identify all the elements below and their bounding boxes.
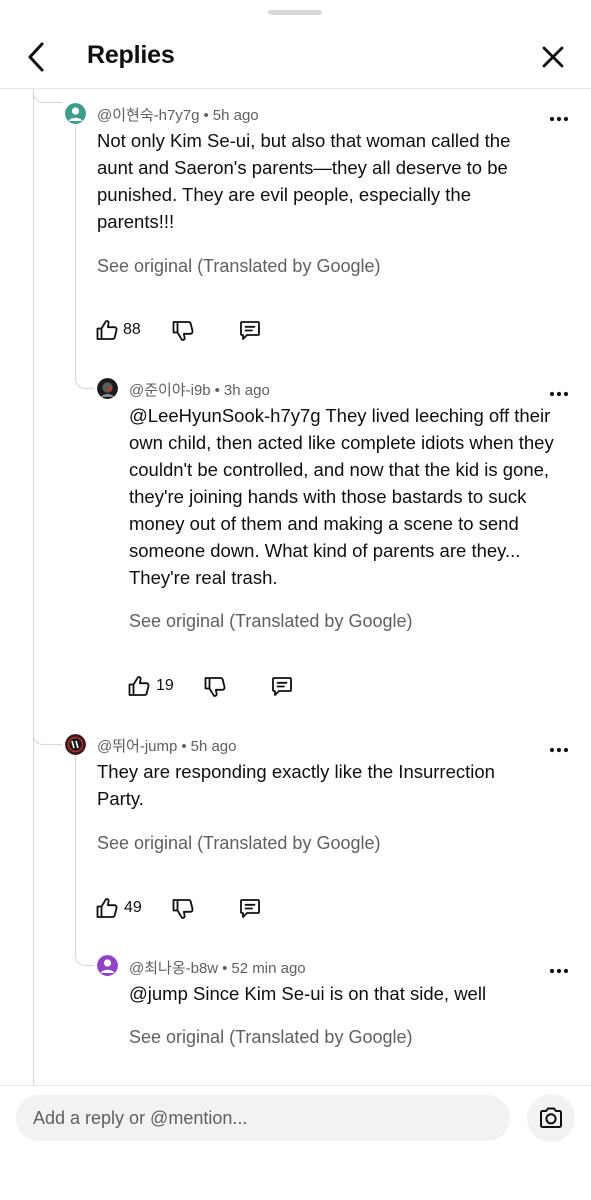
camera-button[interactable] <box>527 1094 575 1142</box>
comment-text: @jump Since Kim Se-ui is on that side, w… <box>129 983 487 1004</box>
see-original-link[interactable]: See original (Translated by Google) <box>129 1027 412 1048</box>
see-original-link[interactable]: See original (Translated by Google) <box>97 256 380 277</box>
thread-line <box>75 755 76 945</box>
comment-time: 52 min ago <box>231 960 306 977</box>
thumbs-down-icon[interactable] <box>203 675 227 704</box>
thread-connector <box>75 358 94 389</box>
more-vert-icon[interactable] <box>547 740 571 760</box>
like-count: 88 <box>123 321 141 338</box>
comment-author[interactable]: @이현숙-h7y7g <box>97 107 200 124</box>
thumbs-down-icon[interactable] <box>171 897 195 926</box>
reply-input[interactable] <box>16 1095 510 1141</box>
more-vert-icon[interactable] <box>547 384 571 404</box>
comment-author[interactable]: @뛰어-jump <box>97 738 177 755</box>
thread-connector <box>75 935 94 966</box>
sheet-drag-handle[interactable] <box>268 10 322 15</box>
more-vert-icon[interactable] <box>547 961 571 981</box>
see-original-link[interactable]: See original (Translated by Google) <box>97 833 380 854</box>
comment-meta: @최나옹-b8w • 52 min ago <box>129 960 306 977</box>
thread-connector <box>33 720 62 745</box>
thumbs-up-icon[interactable] <box>95 896 119 925</box>
camera-icon <box>537 1104 565 1137</box>
page-title: Replies <box>87 41 175 69</box>
comment-icon[interactable] <box>270 674 294 703</box>
comment-time: 5h ago <box>190 738 237 755</box>
comment-time: 3h ago <box>223 382 270 399</box>
comment-meta: @이현숙-h7y7g • 5h ago <box>97 107 259 124</box>
comment-meta: @뛰어-jump • 5h ago <box>97 738 237 755</box>
avatar[interactable] <box>65 103 86 124</box>
thread-line <box>33 89 34 1085</box>
like-count: 49 <box>124 899 142 916</box>
comment-text: @LeeHyunSook-h7y7g They lived leeching o… <box>129 405 554 588</box>
comment-icon[interactable] <box>238 318 262 347</box>
avatar[interactable] <box>97 955 118 976</box>
thread-connector <box>33 89 62 103</box>
header-divider <box>0 88 591 89</box>
more-vert-icon[interactable] <box>547 109 571 129</box>
see-original-link[interactable]: See original (Translated by Google) <box>129 611 412 632</box>
comment-author[interactable]: @최나옹-b8w <box>129 960 218 977</box>
comment-text: They are responding exactly like the Ins… <box>97 761 495 809</box>
avatar[interactable] <box>65 734 86 755</box>
chevron-left-icon[interactable] <box>22 40 52 74</box>
avatar[interactable] <box>97 378 118 399</box>
close-icon[interactable] <box>538 42 568 72</box>
comment-time: 5h ago <box>212 107 259 124</box>
thumbs-up-icon[interactable] <box>127 674 151 703</box>
comment-author[interactable]: @준이야-i9b <box>129 382 211 399</box>
thread-line <box>75 126 76 370</box>
thumbs-up-icon[interactable] <box>95 318 119 347</box>
comment-text: Not only Kim Se-ui, but also that woman … <box>97 130 511 232</box>
comment-icon[interactable] <box>238 896 262 925</box>
composer-divider <box>0 1085 591 1086</box>
comment-meta: @준이야-i9b • 3h ago <box>129 382 270 399</box>
replies-header: Replies <box>0 24 591 88</box>
like-count: 19 <box>156 677 174 694</box>
thumbs-down-icon[interactable] <box>171 319 195 348</box>
